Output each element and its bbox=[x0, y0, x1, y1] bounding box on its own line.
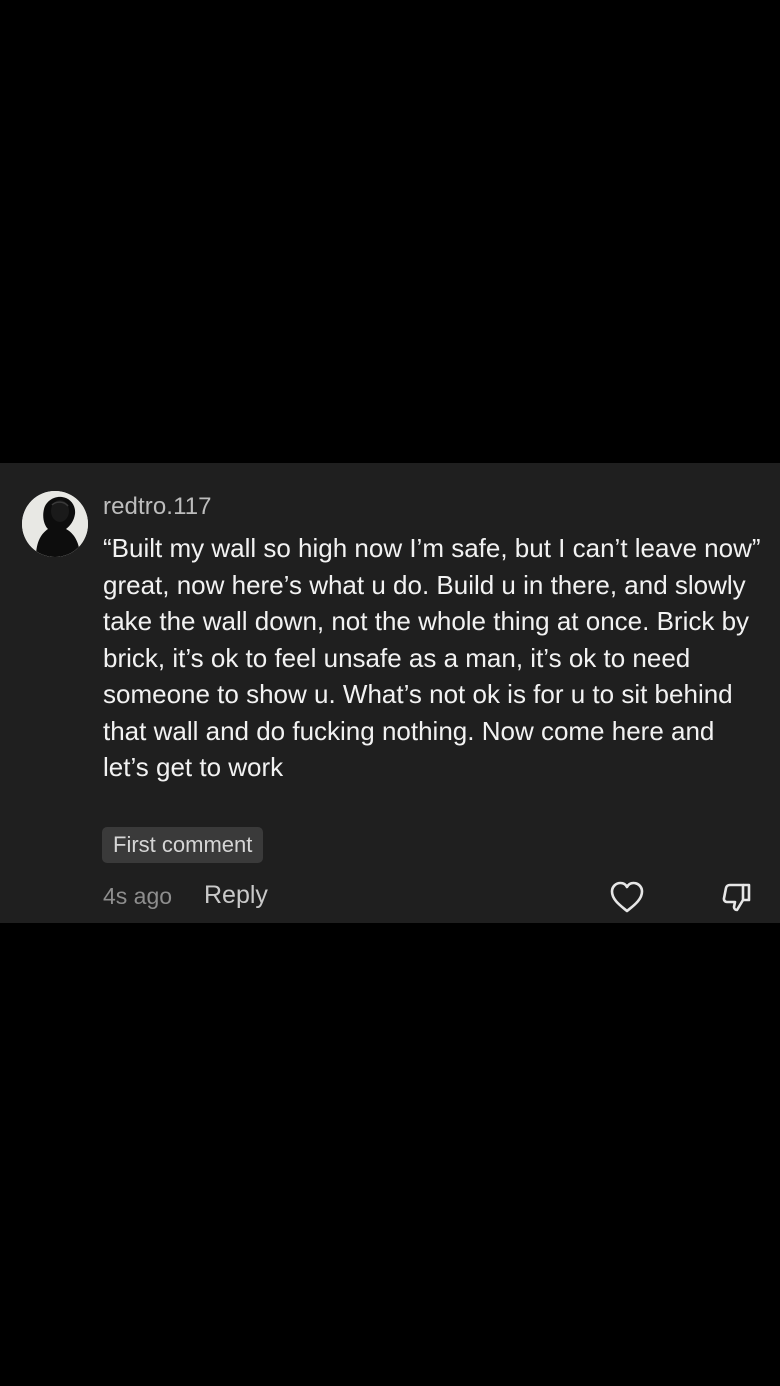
like-button[interactable] bbox=[608, 879, 646, 915]
first-comment-badge: First comment bbox=[102, 827, 264, 863]
heart-icon bbox=[610, 881, 644, 913]
avatar-image bbox=[22, 491, 88, 557]
comment-card: redtro.117 “Built my wall so high now I’… bbox=[0, 463, 780, 923]
comment-text: “Built my wall so high now I’m safe, but… bbox=[103, 533, 761, 782]
username[interactable]: redtro.117 bbox=[103, 493, 212, 521]
timestamp: 4s ago bbox=[103, 883, 173, 909]
dislike-button[interactable] bbox=[718, 879, 754, 915]
reply-button[interactable]: Reply bbox=[204, 881, 268, 910]
avatar[interactable] bbox=[22, 491, 88, 557]
thumbs-down-icon bbox=[722, 883, 751, 912]
